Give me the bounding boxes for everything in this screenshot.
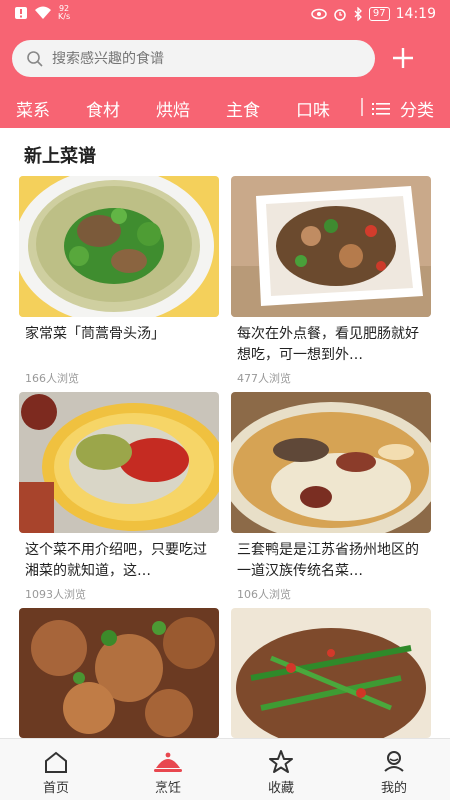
category-cuisine[interactable]: 菜系 <box>16 96 50 121</box>
category-ingredients[interactable]: 食材 <box>86 96 120 121</box>
recipe-image <box>19 176 219 317</box>
search-icon <box>26 50 44 68</box>
all-categories-label: 分类 <box>400 101 434 121</box>
eye-icon <box>311 8 327 20</box>
tab-home-label: 首页 <box>42 781 69 796</box>
status-bar: 92 K/s 97 14:19 <box>0 0 450 30</box>
home-icon <box>45 751 67 773</box>
network-speed: 92 K/s <box>58 4 71 21</box>
recipe-card[interactable]: 家常菜「茼蒿骨头汤」 166人浏览 <box>19 176 219 386</box>
tab-favorites[interactable]: 收藏 <box>225 739 337 800</box>
recipe-card[interactable]: 三套鸭是是江苏省扬州地区的一道汉族传统名菜… 106人浏览 <box>231 392 431 602</box>
recipe-image <box>231 608 431 738</box>
recipe-image <box>19 392 219 533</box>
recipe-card[interactable]: 每次在外点餐，看见肥肠就好想吃，可一想到外… 477人浏览 <box>231 176 431 386</box>
category-baking[interactable]: 烘焙 <box>156 96 190 121</box>
user-icon <box>384 751 404 772</box>
tab-cooking[interactable]: 烹饪 <box>112 739 224 800</box>
search-input[interactable] <box>52 50 332 67</box>
tab-home[interactable]: 首页 <box>0 739 112 800</box>
tab-favorites-label: 收藏 <box>267 781 294 796</box>
recipe-card[interactable] <box>19 608 219 738</box>
notification-icon <box>15 7 27 19</box>
bluetooth-icon <box>354 7 362 21</box>
recipe-title: 这个菜不用介绍吧，只要吃过湘菜的就知道，这… <box>25 542 207 579</box>
category-flavor[interactable]: 口味 <box>296 96 330 121</box>
recipe-card[interactable] <box>231 608 431 738</box>
plus-icon <box>393 48 413 68</box>
cloche-icon <box>154 752 182 772</box>
recipe-title: 家常菜「茼蒿骨头汤」 <box>25 326 165 342</box>
battery-indicator: 97 <box>368 7 390 21</box>
clock: 14:19 <box>395 6 436 22</box>
bottom-nav: 首页 烹饪 收藏 我的 <box>0 738 450 800</box>
recipe-title: 每次在外点餐，看见肥肠就好想吃，可一想到外… <box>237 326 419 363</box>
recipe-feed: 新上菜谱 家常菜「茼蒿骨头汤」 166人浏览 每次在外点餐，看见肥肠就好想吃，可… <box>0 128 450 738</box>
add-button[interactable] <box>388 43 418 73</box>
category-divider <box>361 98 363 116</box>
recipe-image <box>19 608 219 738</box>
recipe-views: 1093人浏览 <box>25 588 86 601</box>
recipe-views: 166人浏览 <box>25 372 79 385</box>
recipe-views: 477人浏览 <box>237 372 291 385</box>
alarm-icon <box>334 9 346 21</box>
app-header: 92 K/s 97 14:19 菜系 食材 烘焙 主食 口味 分类 <box>0 0 450 128</box>
recipe-card[interactable]: 这个菜不用介绍吧，只要吃过湘菜的就知道，这… 1093人浏览 <box>19 392 219 602</box>
recipe-title: 三套鸭是是江苏省扬州地区的一道汉族传统名菜… <box>237 542 419 579</box>
list-icon <box>372 102 390 115</box>
recipe-views: 106人浏览 <box>237 588 291 601</box>
category-bar: 菜系 食材 烘焙 主食 口味 分类 <box>0 88 450 126</box>
category-staple[interactable]: 主食 <box>226 96 260 121</box>
tab-cooking-label: 烹饪 <box>154 781 181 796</box>
search-bar[interactable] <box>12 40 375 77</box>
tab-profile[interactable]: 我的 <box>338 739 450 800</box>
wifi-icon <box>35 6 51 19</box>
recipe-image <box>231 392 431 533</box>
tab-profile-label: 我的 <box>380 781 407 796</box>
section-title: 新上菜谱 <box>24 146 96 167</box>
all-categories-button[interactable]: 分类 <box>372 96 434 121</box>
recipe-image <box>231 176 431 317</box>
star-icon <box>269 750 293 773</box>
